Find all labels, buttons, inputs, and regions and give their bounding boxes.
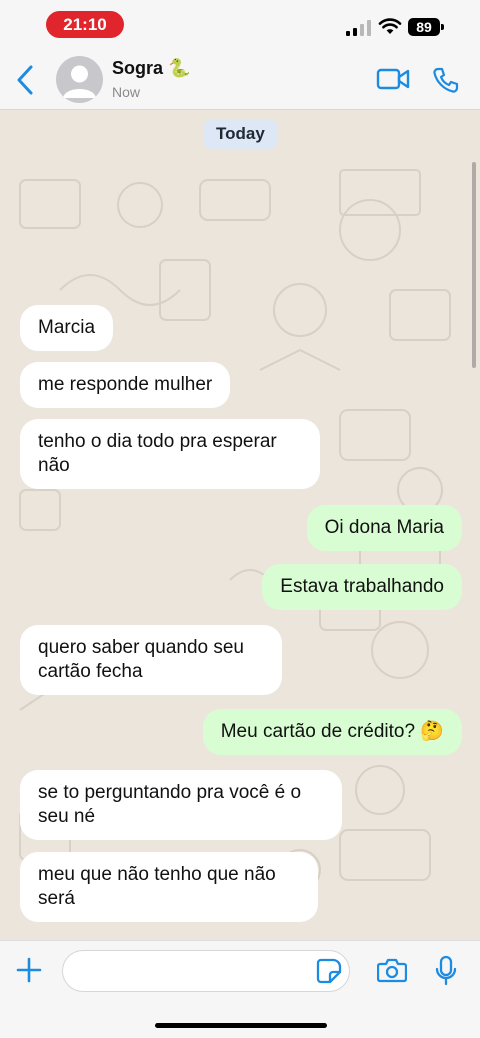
video-camera-icon[interactable] — [376, 67, 410, 91]
message-incoming[interactable]: tenho o dia todo pra esperar não — [20, 419, 320, 489]
wifi-icon — [378, 18, 402, 34]
message-composer — [0, 940, 480, 1002]
message-text: meu que não tenho que não será — [38, 864, 276, 909]
date-separator: Today — [204, 119, 277, 149]
message-outgoing[interactable]: Estava trabalhando — [262, 564, 462, 610]
message-text: Marcia — [38, 317, 96, 338]
message-text: se to perguntando pra você é o seu né — [38, 782, 302, 827]
camera-icon[interactable] — [377, 957, 407, 983]
message-text: Meu cartão de crédito? 🤔 — [220, 721, 444, 742]
message-incoming[interactable]: quero saber quando seu cartão fecha — [20, 625, 282, 695]
message-incoming[interactable]: Marcia — [20, 305, 114, 351]
home-indicator[interactable] — [155, 1023, 327, 1028]
battery-indicator: 89 — [408, 18, 440, 36]
message-text: Estava trabalhando — [280, 576, 444, 597]
chat-header: Sogra 🐍 Now — [0, 50, 480, 110]
message-text: tenho o dia todo pra esperar não — [38, 431, 277, 476]
status-bar: 21:10 89 — [0, 0, 480, 50]
contact-name[interactable]: Sogra 🐍 — [112, 58, 190, 79]
cellular-signal-icon — [346, 20, 372, 36]
chevron-left-icon[interactable] — [14, 64, 36, 96]
status-time: 21:10 — [46, 11, 124, 38]
message-outgoing[interactable]: Oi dona Maria — [306, 505, 462, 551]
phone-icon[interactable] — [432, 66, 460, 94]
chat-scrollbar[interactable] — [472, 162, 476, 368]
message-text: me responde mulher — [38, 374, 213, 395]
home-bar-area — [0, 1002, 480, 1038]
message-text: quero saber quando seu cartão fecha — [38, 637, 244, 682]
message-outgoing[interactable]: Meu cartão de crédito? 🤔 — [202, 709, 462, 755]
microphone-icon[interactable] — [434, 955, 458, 987]
message-incoming[interactable]: me responde mulher — [20, 362, 231, 408]
person-icon — [63, 65, 96, 98]
message-incoming[interactable]: se to perguntando pra você é o seu né — [20, 770, 342, 840]
battery-nub — [441, 24, 444, 30]
avatar[interactable] — [56, 56, 103, 103]
plus-icon[interactable] — [15, 956, 43, 984]
message-text: Oi dona Maria — [324, 517, 444, 538]
contact-status: Now — [112, 84, 141, 100]
sticker-icon[interactable] — [316, 958, 342, 984]
chat-area[interactable]: Today Marcia me responde mulher tenho o … — [0, 110, 480, 940]
message-input[interactable] — [62, 950, 350, 992]
message-incoming[interactable]: meu que não tenho que não será — [20, 852, 318, 922]
